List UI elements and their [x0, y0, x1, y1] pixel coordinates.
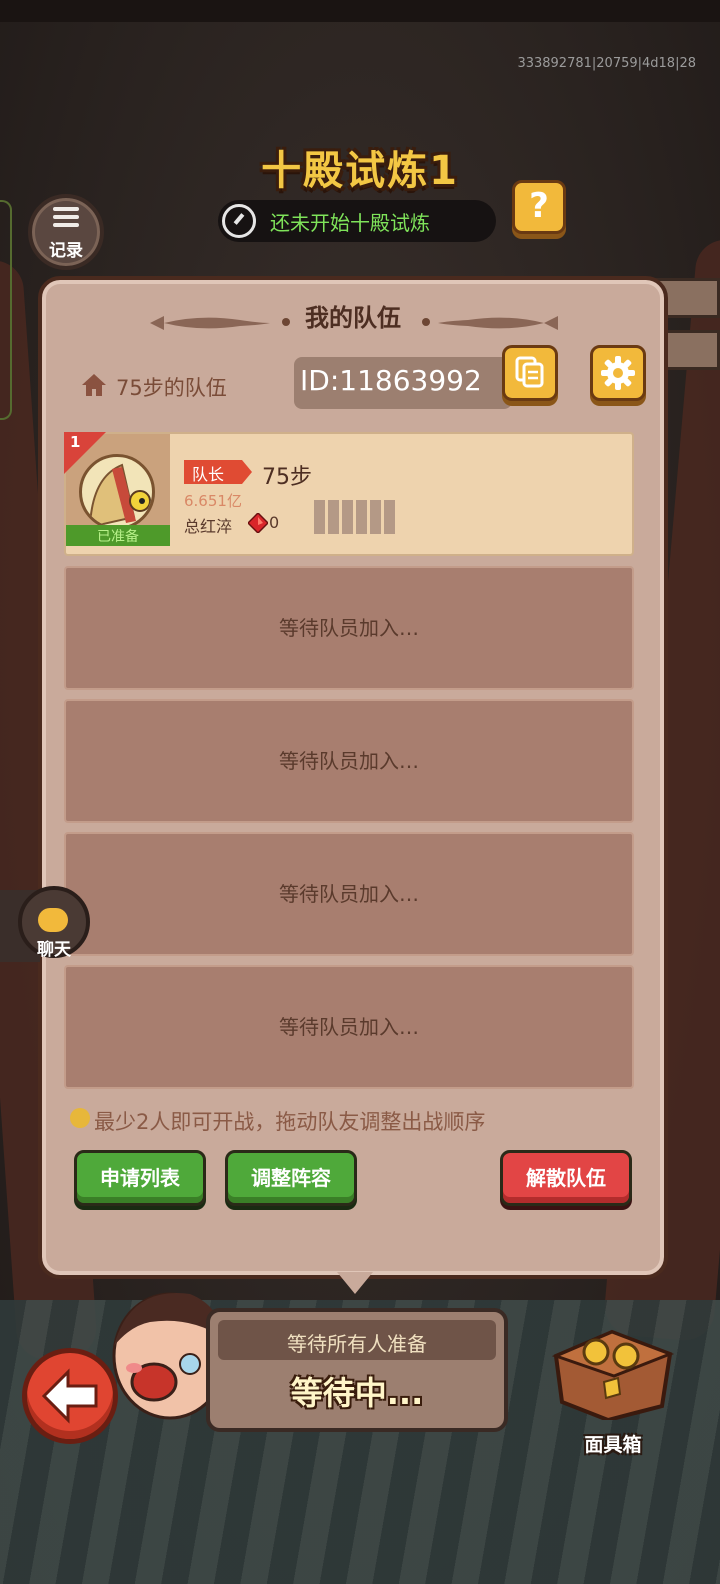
team-name: 75步的队伍 [116, 376, 227, 400]
trial-status: 还未开始十殿试炼 [270, 211, 430, 235]
mask-chest-icon[interactable] [548, 1316, 678, 1420]
member-name: 75步 [262, 465, 312, 490]
empty-slot-label: 等待队员加入… [279, 1015, 419, 1039]
team-id: ID:11863992 [300, 364, 482, 397]
clock-icon [222, 204, 256, 238]
red-gem-icon [248, 513, 268, 533]
record-label: 记录 [49, 241, 83, 261]
copy-icon [515, 356, 544, 388]
dismiss-team-button[interactable]: 解散队伍 [500, 1150, 632, 1206]
avatar [79, 454, 155, 530]
chat-bubble-icon [38, 908, 68, 932]
top-bar [0, 0, 720, 22]
ornament-dot [422, 318, 430, 326]
gem-count: 0 [269, 513, 280, 532]
empty-slot-label: 等待队员加入… [279, 616, 419, 640]
help-button[interactable]: ? [512, 180, 566, 234]
left-edge-tab[interactable] [0, 200, 12, 420]
panel-pointer [337, 1272, 373, 1294]
home-icon [82, 374, 106, 396]
list-icon [53, 207, 79, 227]
chat-label: 聊天 [37, 940, 71, 960]
page-title: 十殿试炼1 [261, 148, 459, 194]
panel-title: 我的队伍 [305, 304, 401, 332]
member-power: 6.651亿 [184, 492, 242, 510]
adjust-lineup-button[interactable]: 调整阵容 [225, 1150, 357, 1206]
ornament-dot [282, 318, 290, 326]
info-icon [70, 1108, 90, 1128]
total-red-label: 总红淬 [184, 517, 233, 536]
ready-status: 已准备 [97, 529, 139, 545]
back-arrow-icon [41, 1368, 98, 1424]
apply-list-button[interactable]: 申请列表 [74, 1150, 206, 1206]
gear-icon [601, 356, 635, 390]
waiting-status: 等待中... [290, 1374, 424, 1412]
rank-number: 1 [70, 433, 81, 451]
chest-label: 面具箱 [584, 1434, 642, 1456]
debug-info: 333892781|20759|4d18|28 [517, 56, 696, 71]
empty-slot-label: 等待队员加入… [279, 749, 419, 773]
hint-text: 最少2人即可开战，拖动队友调整出战顺序 [94, 1110, 486, 1134]
captain-label: 队长 [192, 465, 225, 484]
fish-ornament-icon [150, 316, 270, 330]
waiting-label: 等待所有人准备 [287, 1332, 427, 1356]
empty-slot-label: 等待队员加入… [279, 882, 419, 906]
progress-bars [314, 500, 398, 534]
fish-ornament-icon [438, 316, 558, 330]
